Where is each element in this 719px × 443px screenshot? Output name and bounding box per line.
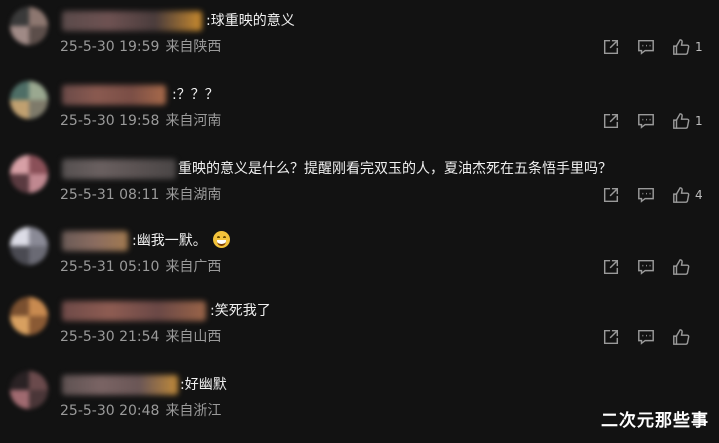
share-icon[interactable] [600,184,622,206]
comment-time: 25-5-30 19:58 [60,113,160,129]
comment-location: 来自山西 [165,329,222,345]
comment-meta: 25-5-30 21:54 来自山西 [60,327,221,347]
avatar[interactable] [10,297,48,335]
comment-text: 重映的意义是什么？提醒刚看完双玉的人，夏油杰死在五条悟手里吗？ [178,161,612,177]
comment-text: :笑死我了 [210,303,271,319]
comment-actions [587,326,703,348]
comment-text: :球重映的意义 [206,13,295,29]
comment-icon[interactable] [635,184,657,206]
comment-time: 25-5-31 08:11 [60,187,160,203]
username-blurred[interactable] [62,85,166,105]
share-icon[interactable] [600,256,622,278]
comment-text: :幽我一默。 [132,231,230,251]
comment-location: 来自浙江 [165,403,222,419]
comment-item: :？？？ 25-5-30 19:58 来自河南 1 [0,81,719,153]
like-count: 1 [695,114,703,128]
comment-meta: 25-5-31 05:10 来自广西 [60,257,221,277]
comment-meta: 25-5-30 19:58 来自河南 [60,111,221,131]
comment-meta: 25-5-30 20:48 来自浙江 [60,401,221,421]
comment-meta: 25-5-30 19:59 来自陕西 [60,37,221,57]
comment-icon[interactable] [635,110,657,132]
username-blurred[interactable] [62,11,202,31]
comment-location: 来自广西 [165,259,222,275]
comment-icon[interactable] [635,326,657,348]
comment-location: 来自河南 [165,113,222,129]
avatar[interactable] [10,81,48,119]
comment-item: :球重映的意义 25-5-30 19:59 来自陕西 1 [0,7,719,79]
thumbs-up-icon[interactable] [670,36,692,58]
comment-time: 25-5-30 19:59 [60,39,160,55]
comment-item: 重映的意义是什么？提醒刚看完双玉的人，夏油杰死在五条悟手里吗？ 25-5-31 … [0,155,719,227]
grinning-emoji [212,231,230,248]
comment-item: :笑死我了 25-5-30 21:54 来自山西 [0,297,719,369]
share-icon[interactable] [600,36,622,58]
username-blurred[interactable] [62,375,178,395]
comment-actions [587,256,703,278]
comment-actions: 1 [587,36,703,58]
comment-actions: 1 [587,110,703,132]
comment-icon[interactable] [635,36,657,58]
like-count: 1 [695,40,703,54]
share-icon[interactable] [600,110,622,132]
comment-meta: 25-5-31 08:11 来自湖南 [60,185,221,205]
avatar[interactable] [10,371,48,409]
comment-location: 来自湖南 [165,187,222,203]
avatar[interactable] [10,7,48,45]
username-blurred[interactable] [62,301,206,321]
thumbs-up-icon[interactable] [670,184,692,206]
thumbs-up-icon[interactable] [670,256,692,278]
comment-time: 25-5-30 21:54 [60,329,160,345]
like-count: 4 [695,188,703,202]
comment-actions: 4 [587,184,703,206]
thumbs-up-icon[interactable] [670,110,692,132]
username-blurred[interactable] [62,231,128,251]
avatar[interactable] [10,227,48,265]
share-icon[interactable] [600,326,622,348]
username-blurred[interactable] [62,159,176,179]
thumbs-up-icon[interactable] [670,326,692,348]
comment-time: 25-5-30 20:48 [60,403,160,419]
comment-location: 来自陕西 [165,39,222,55]
comment-icon[interactable] [635,256,657,278]
comment-text: :好幽默 [180,377,227,393]
comment-text: :？？？ [172,87,219,103]
comment-time: 25-5-31 05:10 [60,259,160,275]
avatar[interactable] [10,155,48,193]
comment-item: :幽我一默。 25-5-31 05:10 来自广西 [0,227,719,299]
watermark: 二次元那些事 [601,411,709,431]
comment-text-content: :幽我一默。 [132,233,207,249]
